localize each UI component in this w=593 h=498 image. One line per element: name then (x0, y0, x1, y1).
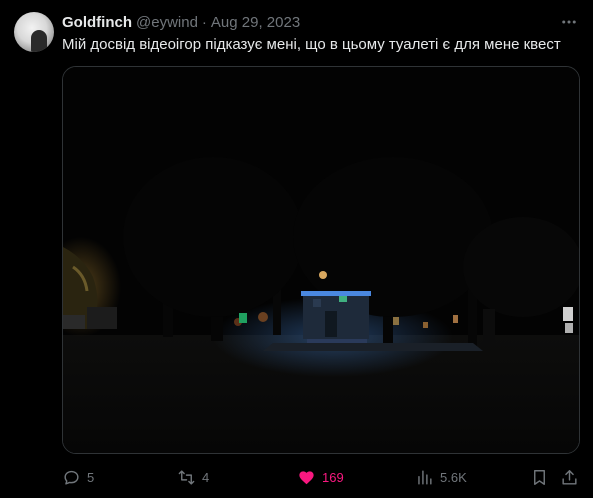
repost-count: 4 (202, 469, 210, 485)
tweet[interactable]: Goldfinch @eywind · Aug 29, 2023 Мій дос… (0, 0, 593, 498)
views-button[interactable]: 5.6K (415, 465, 467, 489)
author-handle[interactable]: @eywind (136, 13, 198, 33)
more-icon[interactable] (559, 12, 579, 32)
bookmark-icon (534, 469, 545, 485)
share-button[interactable] (560, 465, 585, 489)
reply-icon (64, 470, 79, 485)
avatar-figure (31, 30, 47, 52)
like-icon (299, 470, 314, 484)
like-count: 169 (322, 469, 344, 485)
repost-button[interactable]: 4 (177, 465, 209, 489)
reply-count: 5 (87, 469, 95, 485)
separator-dot: · (201, 14, 207, 31)
view-count: 5.6K (440, 469, 467, 485)
like-button[interactable]: 169 (297, 465, 344, 489)
tweet-date[interactable]: Aug 29, 2023 (211, 13, 300, 33)
action-bar: 5 4 169 5.6K (62, 465, 582, 489)
avatar[interactable] (14, 12, 54, 52)
bookmark-button[interactable] (530, 465, 555, 489)
share-icon (562, 469, 577, 485)
tweet-header: Goldfinch @eywind · Aug 29, 2023 (62, 13, 300, 33)
author-name[interactable]: Goldfinch (62, 13, 132, 33)
repost-icon (178, 469, 195, 485)
views-icon (418, 469, 432, 485)
night-park-scene (63, 67, 579, 453)
tweet-photo[interactable] (62, 66, 580, 454)
tweet-text: Мій досвід відеоігор підказує мені, що в… (62, 36, 561, 53)
reply-button[interactable]: 5 (62, 465, 94, 489)
